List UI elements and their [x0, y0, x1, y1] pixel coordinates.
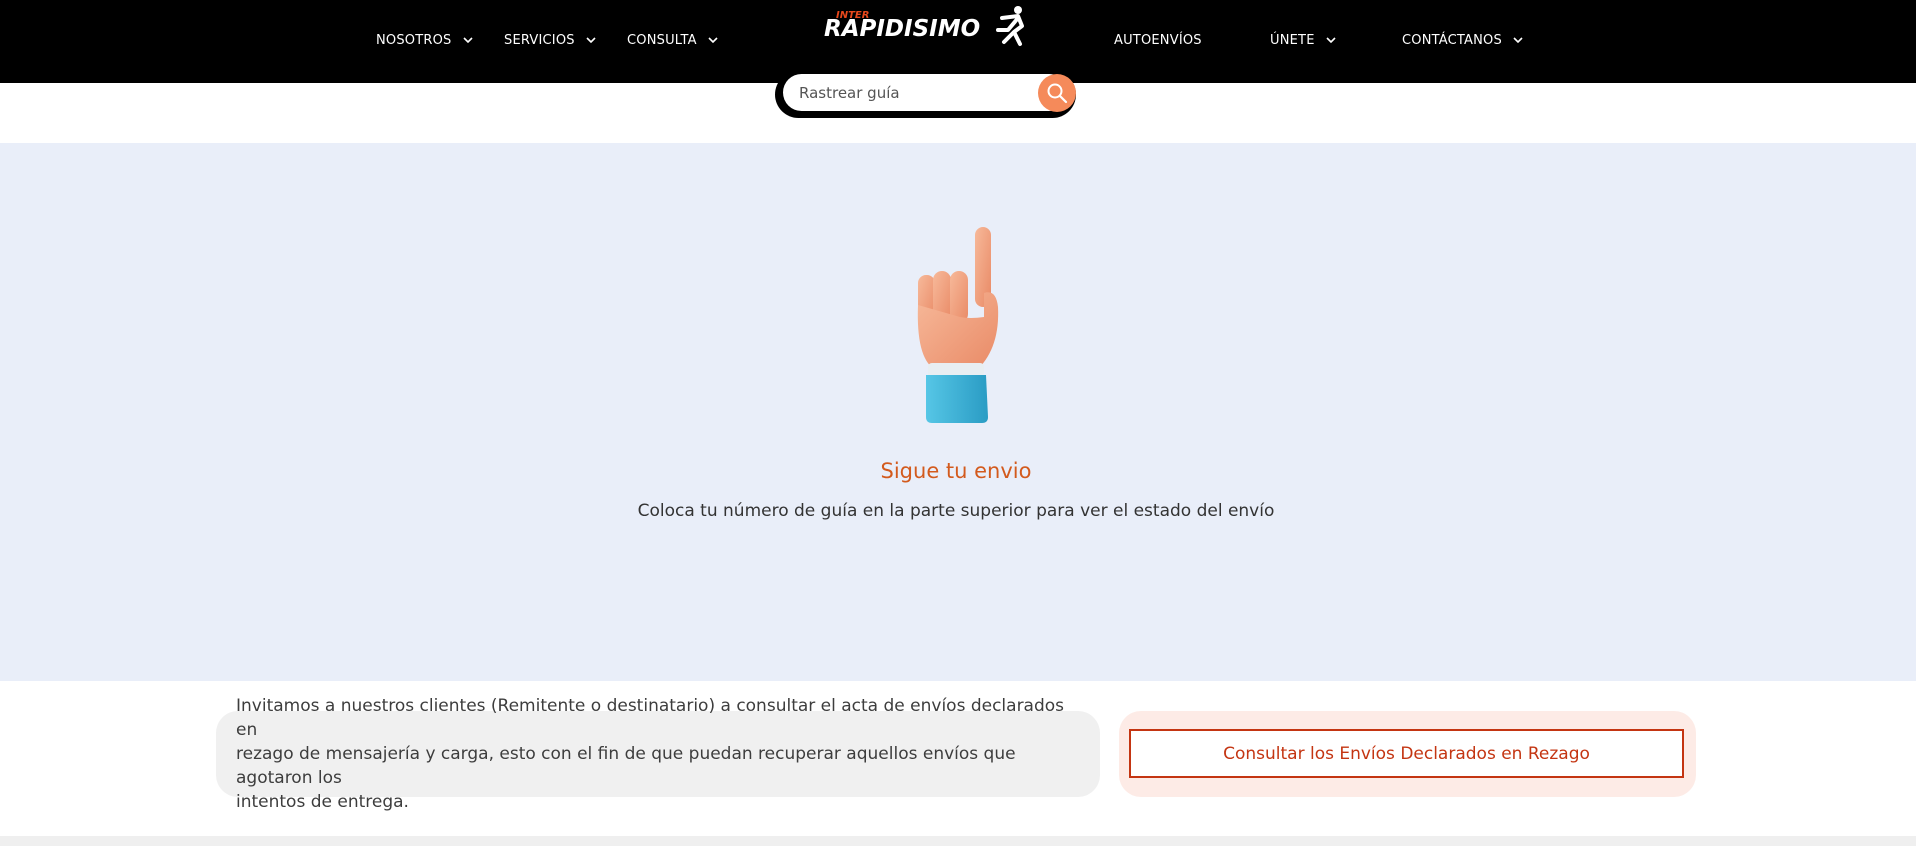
chevron-down-icon	[1326, 37, 1336, 44]
nav-servicios[interactable]: SERVICIOS	[504, 29, 597, 51]
tracking-title: Sigue tu envio	[880, 459, 1032, 483]
nav-contactanos-label: CONTÁCTANOS	[1402, 32, 1502, 48]
notice-line: intentos de entrega.	[236, 792, 409, 812]
nav-nosotros[interactable]: NOSOTROS	[376, 29, 474, 51]
chevron-down-icon	[708, 37, 718, 44]
rezago-cta-container: Consultar los Envíos Declarados en Rezag…	[1119, 711, 1696, 797]
chevron-down-icon	[1513, 37, 1523, 44]
tracking-instructions: Coloca tu número de guía en la parte sup…	[637, 501, 1275, 521]
tracking-search	[775, 71, 1076, 118]
consult-rezago-button[interactable]: Consultar los Envíos Declarados en Rezag…	[1129, 729, 1684, 778]
nav-unete-label: ÚNETE	[1270, 32, 1315, 48]
nav-servicios-label: SERVICIOS	[504, 32, 575, 48]
nav-autoenvios[interactable]: AUTOENVÍOS	[1114, 29, 1202, 51]
nav-consulta[interactable]: CONSULTA	[627, 29, 719, 51]
logo-main-text: RAPIDISIMO	[824, 16, 980, 42]
footer-edge	[0, 836, 1916, 846]
nav-unete[interactable]: ÚNETE	[1270, 29, 1337, 51]
nav-nosotros-label: NOSOTROS	[376, 32, 452, 48]
notice-line: Invitamos a nuestros clientes (Remitente…	[236, 696, 1065, 740]
tracking-number-input[interactable]	[799, 78, 1019, 108]
tracking-search-box	[783, 74, 1076, 112]
search-icon	[1047, 83, 1068, 104]
pointing-up-hand-icon	[917, 227, 999, 423]
nav-contactanos[interactable]: CONTÁCTANOS	[1402, 29, 1524, 51]
nav-consulta-label: CONSULTA	[627, 32, 697, 48]
notice-line: rezago de mensajería y carga, esto con e…	[236, 744, 1016, 788]
nav-autoenvios-label: AUTOENVÍOS	[1114, 32, 1202, 48]
tracking-hero: Sigue tu envio Coloca tu número de guía …	[0, 143, 1916, 681]
search-button[interactable]	[1038, 74, 1076, 112]
brand-logo[interactable]: INTER RAPIDISIMO	[822, 4, 1032, 50]
runner-logo-icon: INTER RAPIDISIMO	[824, 6, 1024, 46]
chevron-down-icon	[462, 37, 473, 44]
rezago-notice: Invitamos a nuestros clientes (Remitente…	[216, 696, 1100, 812]
chevron-down-icon	[586, 37, 596, 44]
